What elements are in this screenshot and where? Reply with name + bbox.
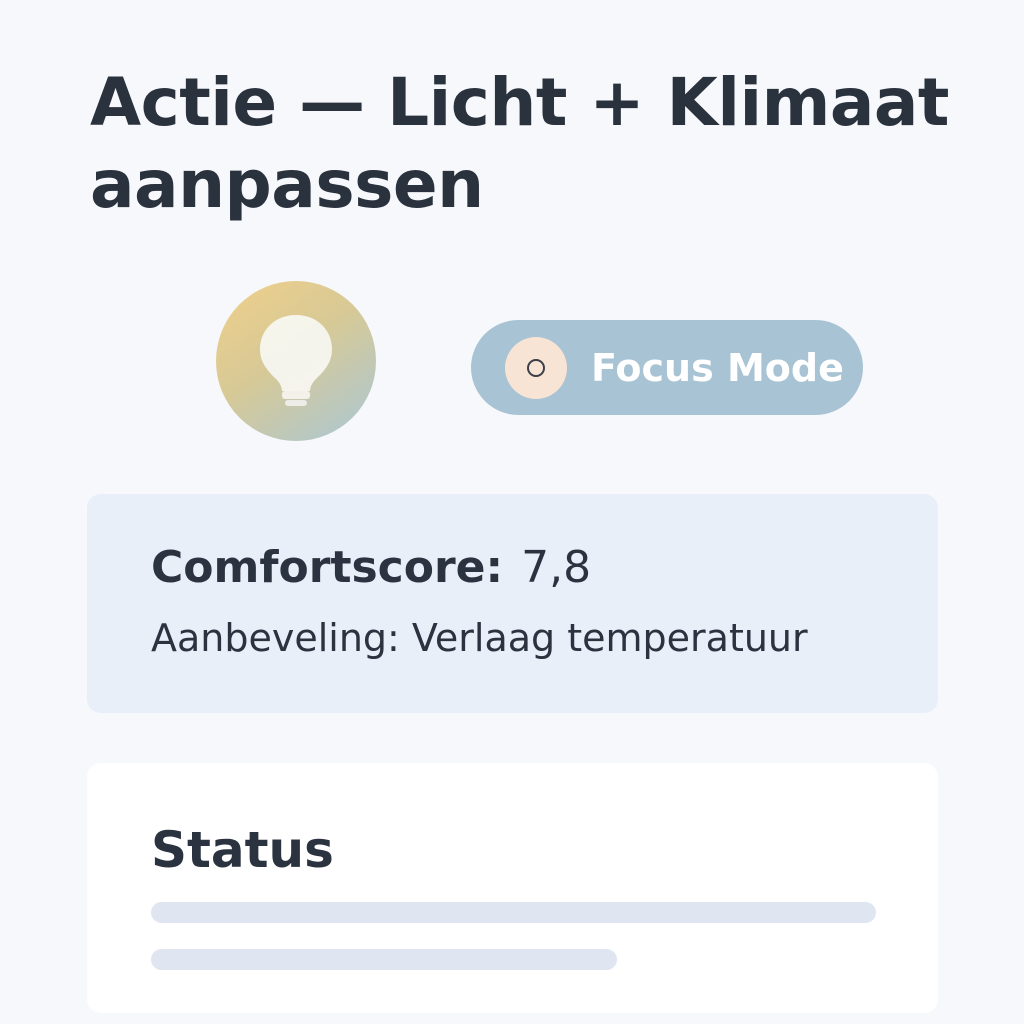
status-placeholder-line [151, 902, 876, 923]
focus-mode-toggle[interactable]: Focus Mode [471, 320, 863, 415]
recommendation-row: Aanbeveling: Verlaag temperatuur [151, 614, 938, 662]
page-title: Actie — Licht + Klimaat aanpassen [90, 64, 949, 223]
lightbulb-icon [254, 311, 338, 411]
comfort-score-row: Comfortscore: 7,8 [151, 540, 938, 596]
comfort-card: Comfortscore: 7,8 Aanbeveling: Verlaag tem… [87, 494, 938, 713]
circle-icon [527, 358, 545, 377]
status-placeholder-line [151, 949, 617, 970]
focus-mode-label: Focus Mode [591, 345, 844, 390]
status-card: Status [87, 763, 938, 1013]
recommendation-value: Verlaag temperatuur [411, 616, 808, 660]
comfort-score-label: Comfortscore: [151, 542, 504, 593]
light-button[interactable] [216, 281, 376, 441]
recommendation-label: Aanbeveling: [151, 616, 400, 660]
comfort-score-value: 7,8 [521, 542, 592, 593]
status-title: Status [151, 821, 334, 879]
toggle-knob [505, 336, 567, 399]
